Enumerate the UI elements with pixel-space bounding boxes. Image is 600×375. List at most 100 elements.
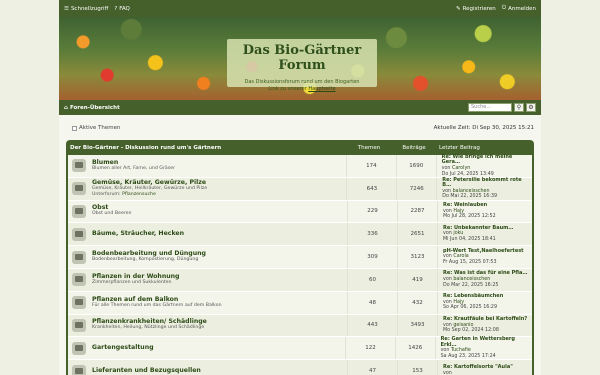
forum-rows: Blumen Blumen aller Art, Farne, und Gräs… <box>68 154 532 375</box>
last-post-author[interactable]: balanceisschen <box>453 189 490 194</box>
search-button[interactable]: ⚲ <box>514 103 524 112</box>
forum-info: Gartengestaltung <box>92 345 345 351</box>
gear-icon: ⚙ <box>528 104 534 111</box>
post-count: 2287 <box>397 200 437 223</box>
forum-list: Der Bio-Gärtner - Diskussion rund um's G… <box>66 140 534 375</box>
last-post-title[interactable]: Re: Wie bringe ich meine Gera… <box>442 154 532 166</box>
menu-icon: ☰ <box>64 5 69 12</box>
site-description: Das Diskussionsforum rund um den Biogart… <box>244 79 360 85</box>
last-post-author[interactable]: joku <box>453 231 463 236</box>
last-post-by: von <box>442 188 452 194</box>
last-post-date: So Apr 06, 2025 16:29 <box>443 305 498 311</box>
last-post-by: von <box>443 371 452 375</box>
forum-info: Pflanzenkrankheiten/ Schädlinge Krankhei… <box>92 319 347 331</box>
last-post-by: von <box>441 165 451 171</box>
post-count: 3123 <box>397 246 437 268</box>
forum-description: Krankheiten, Heilung, Nützlinge und Schä… <box>92 325 205 331</box>
forum-read-icon <box>72 204 86 218</box>
forum-info: Blumen Blumen aller Art, Farne, und Gräs… <box>91 159 346 172</box>
last-post: Re: Unbekannter Baum… von joku Mi Jun 04… <box>437 223 513 246</box>
forum-description: Zimmerpflanzen und Sukkulenten <box>92 279 172 285</box>
subforum-label: Unterforum: <box>91 191 121 197</box>
forum-description: Obst und Beeren <box>92 211 132 217</box>
post-count: 1690 <box>395 155 436 177</box>
topics-icon <box>72 125 77 131</box>
search-input[interactable]: Suche… <box>468 103 512 112</box>
last-post-title[interactable]: Re: Garten in Wettersberg Erkl… <box>441 336 532 348</box>
last-post: Re: Weinlauben von Hajy Mo Jul 28, 2025 … <box>437 200 496 223</box>
last-post-author[interactable]: Tuchafie <box>451 348 471 353</box>
forum-row: Pflanzen auf dem Balkon Für alle Themen … <box>68 291 532 315</box>
current-time: Aktuelle Zeit: Di Sep 30, 2025 15:21 <box>433 125 534 131</box>
forum-row: Pflanzen in der Wohnung Zimmerpflanzen u… <box>68 268 532 292</box>
forum-info: Bäume, Sträucher, Hecken <box>92 231 347 237</box>
category-title[interactable]: Der Bio-Gärtner - Diskussion rund um's G… <box>68 145 344 151</box>
home-icon: ⌂ <box>64 104 68 111</box>
forum-row: Bäume, Sträucher, Hecken 336 2651 Re: Un… <box>68 223 532 247</box>
last-post-author[interactable]: geisanio <box>453 323 473 328</box>
post-count: 3493 <box>397 314 437 337</box>
last-post-author[interactable]: Hajy <box>453 209 464 214</box>
search-box: Suche… ⚲ ⚙ <box>468 103 536 112</box>
forum-read-icon <box>72 182 86 196</box>
forum-title[interactable]: Bäume, Sträucher, Hecken <box>92 231 347 237</box>
topic-count: 443 <box>347 314 397 337</box>
post-count: 432 <box>397 291 437 314</box>
forum-row: Gemüse, Kräuter, Gewürze, Pilze Gemüse, … <box>68 177 532 201</box>
topic-count: 309 <box>347 246 397 268</box>
forum-info: Bodenbearbeitung und Düngung Bodenbearbe… <box>92 250 347 263</box>
last-post: Re: Was ist das für eine Pfla… von balan… <box>437 268 527 291</box>
forum-info: Pflanzen in der Wohnung Zimmerpflanzen u… <box>92 273 347 286</box>
col-posts: Beiträge <box>402 144 426 151</box>
last-post-date: Do Mai 22, 2025 16:39 <box>442 194 498 200</box>
last-post-date: Mi Jun 04, 2025 18:41 <box>443 237 496 243</box>
site-logo[interactable]: Das Bio-Gärtner Forum Das Diskussionsfor… <box>227 39 377 92</box>
last-post-by: von <box>443 254 452 260</box>
forum-read-icon <box>72 296 86 310</box>
last-post-date: Fr Aug 15, 2025 07:53 <box>443 259 497 265</box>
topic-count: 48 <box>347 291 397 314</box>
last-post: Re: Wie bringe ich meine Gera… von Carol… <box>435 154 532 177</box>
link-prefix: Link zu unserer <box>268 86 307 92</box>
subforum-link[interactable]: Pflanzensuche <box>122 192 156 197</box>
last-post-title[interactable]: Re: Petersilie bekommt rote B… <box>442 177 532 189</box>
site-title: Das Bio-Gärtner Forum <box>242 43 362 73</box>
homepage-link[interactable]: Hauptseite <box>308 86 335 92</box>
breadcrumb-home[interactable]: ⌂ Foren-Übersicht <box>64 105 120 111</box>
register-link[interactable]: ✎ Registrieren <box>456 6 496 12</box>
forum-info: Pflanzen auf dem Balkon Für alle Themen … <box>92 296 347 309</box>
forum-read-icon <box>72 364 86 375</box>
forum-title[interactable]: Lieferanten und Bezugsquellen <box>92 367 347 374</box>
quick-links-menu[interactable]: ☰ Schnellzugriff <box>64 6 108 12</box>
breadcrumb-bar: ⌂ Foren-Übersicht Suche… ⚲ ⚙ <box>59 100 541 115</box>
pencil-icon: ✎ <box>455 5 461 12</box>
forum-title[interactable]: Gartengestaltung <box>92 345 345 351</box>
last-post-author[interactable]: Carolyn <box>452 166 470 171</box>
active-topics-link[interactable]: Aktive Themen <box>72 125 120 131</box>
col-last-post: Letzter Beitrag <box>439 144 480 151</box>
last-post-author[interactable]: balanceisschen <box>453 277 490 282</box>
last-post-by: von <box>443 231 452 237</box>
last-post: pH-Wert Test,Naelhoefertest von Carola F… <box>437 246 524 268</box>
forum-read-icon <box>72 250 86 264</box>
post-count: 7246 <box>396 177 436 200</box>
topic-count: 60 <box>347 268 397 291</box>
faq-link[interactable]: ? FAQ <box>114 6 130 12</box>
advanced-search-button[interactable]: ⚙ <box>526 103 536 112</box>
last-post-author[interactable]: Carola <box>453 254 468 259</box>
forum-row: Bodenbearbeitung und Düngung Bodenbearbe… <box>68 246 532 269</box>
post-count: 1426 <box>394 337 435 360</box>
forum-description: Für alle Themen rund um das Gärtnern auf… <box>92 302 222 308</box>
forum-description: Blumen aller Art, Farne, und Gräser <box>91 165 175 171</box>
forum-read-icon <box>72 318 86 332</box>
forum-read-icon <box>72 341 86 355</box>
col-topics: Themen <box>357 144 381 151</box>
login-link[interactable]: ⏻ Anmelden <box>502 5 536 12</box>
forum-read-icon <box>72 273 86 287</box>
forum-row: Gartengestaltung 122 1426 Re: Garten in … <box>68 336 532 361</box>
last-post-date: Mo Sep 02, 2024 12:08 <box>443 328 499 334</box>
forum-read-icon <box>72 227 86 241</box>
forum-list-header: Der Bio-Gärtner - Diskussion rund um's G… <box>68 140 532 155</box>
last-post: Re: Lebensbäumchen von Hajy So Apr 06, 2… <box>437 291 503 314</box>
forum-row: Obst Obst und Beeren 229 2287 Re: Weinla… <box>68 200 532 224</box>
